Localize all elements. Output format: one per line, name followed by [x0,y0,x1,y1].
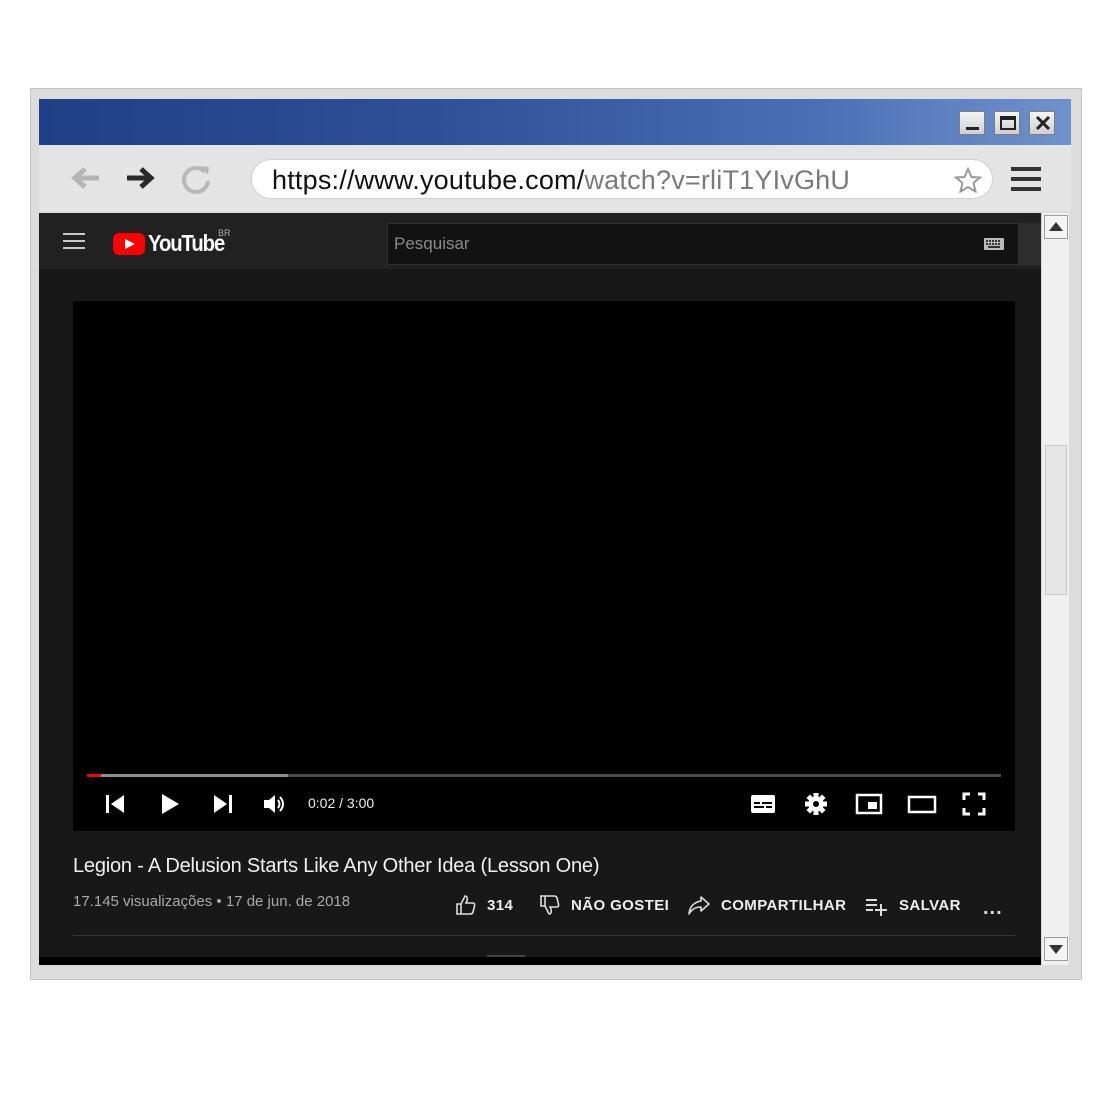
minimize-icon [966,127,979,130]
dislike-label: NÃO GOSTEI [571,896,670,914]
search-button[interactable] [1019,223,1041,265]
add-to-playlist-icon [866,899,887,916]
reload-icon [182,166,210,194]
share-arrow-icon [688,896,710,915]
forward-button[interactable] [123,163,159,193]
video-title: Legion - A Delusion Starts Like Any Othe… [73,855,600,877]
guide-menu-icon[interactable] [63,233,85,251]
thumbs-down-icon [540,895,560,915]
like-count: 314 [487,896,514,914]
minimize-button[interactable] [959,111,985,135]
scroll-down-button[interactable] [1044,937,1068,961]
like-button[interactable]: 314 [455,893,513,917]
divider [73,935,1015,936]
search-input[interactable] [388,224,968,264]
address-bar[interactable]: https://www.youtube.com/watch?v=rliT1YIv… [251,159,993,199]
thumbs-up-icon [456,895,476,915]
page-viewport: YouTube BR 0:02 / 3:00 [39,213,1041,965]
miniplayer-icon[interactable] [855,791,883,817]
url-path: watch?v=rliT1YIvGhU [584,165,851,195]
dislike-button[interactable]: NÃO GOSTEI [539,893,669,917]
youtube-play-logo-icon [113,233,145,255]
time-display: 0:02 / 3:00 [308,795,375,811]
volume-icon[interactable] [261,791,289,817]
video-player[interactable]: 0:02 / 3:00 [73,301,1015,831]
region-code: BR [218,228,231,238]
title-bar [39,99,1071,145]
back-button[interactable] [67,163,103,193]
subtitles-icon[interactable] [749,791,777,817]
star-icon[interactable] [954,167,982,193]
video-views-date: 17.145 visualizações • 17 de jun. de 201… [73,893,351,910]
fullscreen-icon[interactable] [961,791,987,817]
save-label: SALVAR [899,896,961,914]
logo-text: YouTube [148,230,225,256]
browser-window: https://www.youtube.com/watch?v=rliT1YIv… [30,88,1082,980]
back-arrow-icon [71,167,99,189]
vertical-scrollbar[interactable] [1041,213,1069,965]
progress-played [87,774,101,777]
next-icon[interactable] [211,791,235,817]
theater-mode-icon[interactable] [907,791,937,817]
reload-button[interactable] [179,163,215,194]
progress-buffered [87,774,289,777]
play-icon[interactable] [157,791,181,817]
progress-bar[interactable] [87,774,1001,777]
forward-arrow-icon [127,167,155,189]
url-host: https://www.youtube.com/ [272,165,585,195]
page-bottom-edge [39,957,1041,965]
more-actions-button[interactable]: ... [983,897,1003,920]
search-box [387,223,1019,265]
scrollbar-thumb[interactable] [1045,445,1067,595]
youtube-logo[interactable]: YouTube BR [113,228,243,257]
browser-toolbar: https://www.youtube.com/watch?v=rliT1YIv… [39,145,1071,211]
previous-icon[interactable] [103,791,127,817]
menu-icon [1011,167,1041,191]
share-label: COMPARTILHAR [721,896,847,914]
save-button[interactable]: SALVAR [865,893,961,917]
settings-gear-icon[interactable] [803,791,829,817]
youtube-header: YouTube BR [39,213,1041,269]
close-button[interactable] [1029,111,1055,135]
browser-menu-button[interactable] [1009,165,1043,193]
maximize-icon [1000,116,1016,130]
scroll-up-button[interactable] [1044,215,1068,239]
share-button[interactable]: COMPARTILHAR [687,893,846,917]
scroll-up-arrow-icon [1049,222,1063,231]
maximize-button[interactable] [994,111,1020,135]
keyboard-icon[interactable] [984,238,1004,250]
url-text: https://www.youtube.com/watch?v=rliT1YIv… [272,165,850,196]
scroll-down-arrow-icon [1049,945,1063,954]
close-icon [1035,115,1051,131]
